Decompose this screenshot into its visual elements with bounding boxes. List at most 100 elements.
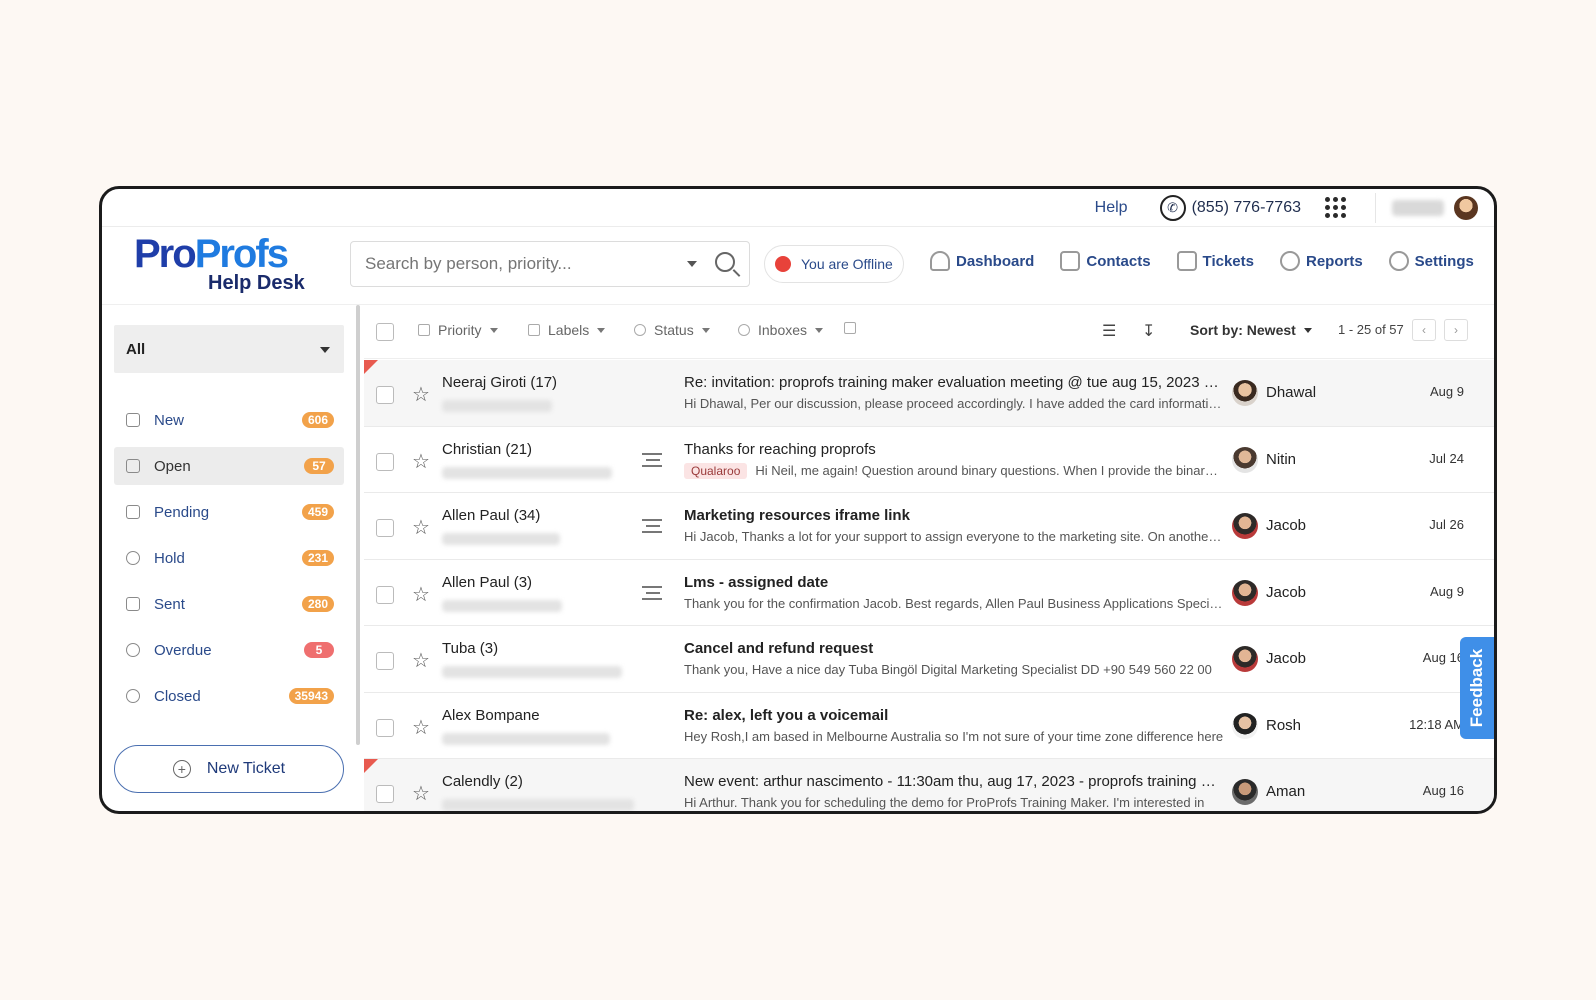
folder-hold[interactable]: Hold 231 (114, 539, 344, 577)
nav-dashboard-label: Dashboard (956, 252, 1035, 270)
agent-name: Jacob (1266, 583, 1307, 601)
phone-number[interactable]: ✆ (855) 776-7763 (1159, 194, 1301, 221)
nav-contacts-label: Contacts (1086, 252, 1151, 270)
ticket-subject: Thanks for reaching proprofs (684, 440, 876, 458)
ticket-subject: Lms - assigned date (684, 573, 829, 591)
phone-text: (855) 776-7763 (1191, 198, 1301, 216)
folder-overdue[interactable]: Overdue 5 (114, 631, 344, 669)
search-icon[interactable] (715, 252, 735, 272)
count-badge: 606 (301, 412, 334, 428)
sort-select[interactable]: Sort by: Newest (1190, 322, 1312, 338)
search-input[interactable] (365, 254, 685, 274)
row-checkbox[interactable] (376, 386, 394, 404)
pause-icon (126, 551, 140, 565)
inbox-filter-select[interactable]: All (114, 325, 344, 373)
delete-button[interactable] (844, 322, 864, 334)
plus-circle-icon: + (172, 760, 191, 778)
ticket-label-tag[interactable]: Qualaroo (684, 462, 748, 479)
ticket-row[interactable]: ☆ Tuba (3) Cancel and refund request Tha… (364, 626, 1494, 693)
pagination-info: 1 - 25 of 57 (1338, 322, 1404, 337)
folder-pending[interactable]: Pending 459 (114, 493, 344, 531)
row-checkbox[interactable] (376, 519, 394, 537)
priority-filter[interactable]: Priority (418, 322, 498, 338)
select-all-checkbox[interactable] (376, 323, 394, 341)
folder-sent[interactable]: Sent 280 (114, 585, 344, 623)
ticket-row[interactable]: ☆ Christian (21) Thanks for reaching pro… (364, 426, 1494, 493)
folder-label: Sent (154, 595, 185, 613)
ticket-sender: Neeraj Giroti (17) (442, 374, 558, 391)
user-avatar (1454, 195, 1478, 220)
count-badge: 280 (301, 596, 334, 612)
sidebar-scrollbar[interactable] (356, 305, 360, 745)
folder-closed[interactable]: Closed 35943 (114, 677, 344, 715)
star-icon[interactable]: ☆ (412, 449, 430, 474)
ticket-row[interactable]: ☆ Allen Paul (3) Lms - assigned date Tha… (364, 559, 1494, 626)
agent-name: Jacob (1266, 650, 1307, 667)
ticket-snippet: Hi Jacob, Thanks a lot for your support … (684, 529, 1224, 544)
proprofs-logo[interactable]: ProProfs Help Desk (134, 234, 305, 293)
star-icon[interactable]: ☆ (412, 515, 430, 540)
ticket-date: Aug 9 (1430, 583, 1464, 599)
availability-status[interactable]: You are Offline (764, 245, 904, 283)
ticket-snippet: Hey Rosh,I am based in Melbourne Austral… (684, 728, 1224, 744)
sender-email-blurred (442, 666, 622, 678)
nav-contacts[interactable]: Contacts (1060, 251, 1151, 271)
folder-open[interactable]: Open 57 (114, 447, 344, 485)
ticket-snippet: Hi Arthur. Thank you for scheduling the … (684, 795, 1205, 810)
thread-icon (642, 452, 662, 467)
row-checkbox[interactable] (376, 718, 394, 737)
star-icon[interactable]: ☆ (412, 382, 430, 407)
row-checkbox[interactable] (376, 452, 394, 471)
download-icon[interactable]: ↧ (1142, 321, 1160, 340)
phone-icon: ✆ (1159, 194, 1186, 221)
nav-reports[interactable]: Reports (1279, 251, 1363, 271)
folder-label: Pending (154, 503, 210, 521)
chevron-down-icon (1303, 327, 1312, 333)
app-grid-icon[interactable] (1325, 196, 1347, 219)
labels-filter[interactable]: Labels (528, 322, 606, 338)
star-icon[interactable]: ☆ (412, 648, 430, 673)
ticket-subject: Marketing resources iframe link (684, 507, 910, 524)
agent-avatar (1232, 646, 1258, 672)
ticket-row[interactable]: ☆ Alex Bompane Re: alex, left you a voic… (364, 692, 1494, 759)
prev-page-button[interactable]: ‹ (1412, 319, 1436, 341)
nav-dashboard[interactable]: Dashboard (930, 251, 1034, 271)
ticket-row[interactable]: ☆ Allen Paul (34) Marketing resources if… (364, 493, 1494, 560)
status-filter[interactable]: Status (634, 322, 710, 338)
nav-tickets-label: Tickets (1202, 252, 1254, 270)
folder-new[interactable]: New 606 (114, 401, 344, 439)
ticket-sender: Allen Paul (34) (442, 507, 541, 524)
sender-email-blurred (442, 732, 610, 745)
help-link[interactable]: Help (1095, 199, 1128, 217)
ticket-row[interactable]: ☆ Neeraj Giroti (17) Re: invitation: pro… (364, 360, 1494, 427)
next-page-button[interactable]: › (1444, 319, 1468, 341)
row-checkbox[interactable] (376, 785, 394, 803)
ticket-sender: Allen Paul (3) (442, 573, 533, 591)
row-checkbox[interactable] (376, 585, 394, 604)
ticket-snippet: Qualaroo Hi Neil, me again! Question arou… (684, 462, 1224, 479)
clipboard-icon (1176, 251, 1197, 271)
inboxes-filter[interactable]: Inboxes (738, 322, 824, 338)
ticket-date: 12:18 AM (1409, 716, 1464, 732)
agent-avatar (1232, 380, 1258, 406)
new-ticket-button[interactable]: + New Ticket (114, 745, 344, 793)
nav-reports-label: Reports (1305, 252, 1363, 270)
inbox-filter-value: All (126, 340, 146, 358)
feedback-tab[interactable]: Feedback (1460, 637, 1494, 739)
at-sign-icon (738, 324, 750, 336)
sender-email-blurred (442, 400, 552, 412)
search-filter-caret-icon[interactable] (687, 261, 697, 267)
row-checkbox[interactable] (376, 652, 394, 670)
nav-settings[interactable]: Settings (1388, 251, 1474, 271)
agent-name: Aman (1266, 783, 1306, 800)
clock-icon (126, 643, 140, 657)
star-icon[interactable]: ☆ (412, 715, 430, 740)
star-icon[interactable]: ☆ (412, 781, 430, 806)
star-icon[interactable]: ☆ (412, 582, 430, 607)
nav-tickets[interactable]: Tickets (1176, 251, 1254, 271)
user-name-blurred (1392, 199, 1444, 216)
chevron-down-icon (489, 327, 498, 333)
ticket-row[interactable]: ☆ Calendly (2) New event: arthur nascime… (364, 759, 1494, 811)
user-menu[interactable] (1375, 192, 1478, 223)
filter-list-icon[interactable]: ☰ (1102, 321, 1120, 340)
